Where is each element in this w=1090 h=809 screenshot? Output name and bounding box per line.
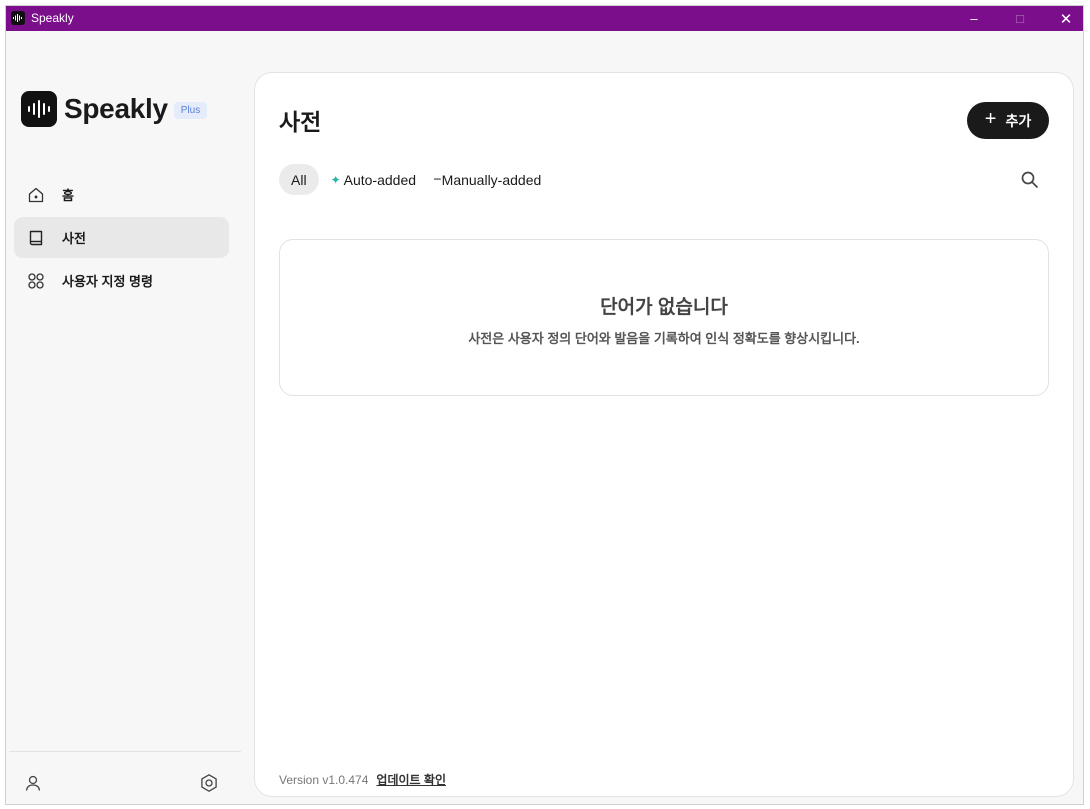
home-icon	[26, 185, 46, 205]
sidebar-divider	[9, 751, 241, 752]
maximize-button[interactable]: □	[997, 6, 1043, 31]
empty-state-card: 단어가 없습니다 사전은 사용자 정의 단어와 발음을 기록하여 인식 정확도를…	[279, 239, 1049, 396]
filter-tab-all[interactable]: All	[279, 164, 319, 195]
filter-tab-label: Manually-added	[441, 171, 542, 188]
sidebar-nav: 홈 사전 사용자 지정 명령	[14, 174, 229, 303]
commands-grid-icon	[26, 271, 46, 291]
minimize-button[interactable]: –	[951, 6, 997, 31]
filter-tab-label: Auto-added	[343, 171, 417, 188]
settings-icon[interactable]	[195, 769, 223, 797]
filter-tab-manually-added[interactable]: ━ Manually-added	[434, 164, 541, 195]
dictionary-panel: 사전 + 추가 All ✦ Auto-added ━ Manually-adde…	[254, 72, 1074, 797]
sidebar-item-custom-commands[interactable]: 사용자 지정 명령	[14, 260, 229, 301]
sidebar-item-label: 사용자 지정 명령	[62, 274, 153, 289]
filter-tab-auto-added[interactable]: ✦ Auto-added	[331, 164, 416, 195]
version-footer: Version v1.0.474 업데이트 확인	[279, 771, 446, 788]
search-icon[interactable]	[1017, 167, 1041, 191]
sidebar-item-label: 사전	[62, 231, 86, 246]
filter-tab-label: All	[291, 171, 307, 188]
book-icon	[26, 228, 46, 248]
sidebar: Speakly Plus 홈 사전 사용자 지정 명령	[6, 31, 252, 804]
window-title: Speakly	[31, 11, 74, 25]
empty-state-title: 단어가 없습니다	[600, 297, 728, 318]
sidebar-item-label: 홈	[62, 188, 74, 203]
add-button-label: 추가	[1005, 112, 1032, 129]
close-button[interactable]: ✕	[1043, 6, 1083, 31]
empty-state-description: 사전은 사용자 정의 단어와 발음을 기록하여 인식 정확도를 향상시킵니다.	[468, 331, 860, 346]
plus-icon: +	[984, 108, 997, 130]
plan-badge: Plus	[173, 101, 208, 119]
app-window: Speakly – □ ✕ Speakly Plus 홈 사전 사용자 지정 명…	[5, 5, 1084, 805]
waveform-logo-icon	[21, 91, 57, 127]
title-bar[interactable]: Speakly – □ ✕	[6, 6, 1083, 31]
filter-tabs: All ✦ Auto-added ━ Manually-added	[279, 164, 559, 195]
page-title: 사전	[279, 109, 322, 135]
version-text: Version v1.0.474	[279, 772, 369, 787]
sidebar-item-dictionary[interactable]: 사전	[14, 217, 229, 258]
sparkle-icon: ✦	[330, 172, 341, 187]
sidebar-item-home[interactable]: 홈	[14, 174, 229, 215]
dash-icon: ━	[434, 174, 440, 186]
check-update-link[interactable]: 업데이트 확인	[376, 771, 446, 788]
user-icon[interactable]	[19, 769, 47, 797]
add-word-button[interactable]: + 추가	[967, 102, 1049, 139]
brand-name: Speakly	[64, 93, 168, 124]
brand-logo: Speakly Plus	[21, 91, 208, 127]
app-logo-icon	[11, 11, 25, 25]
